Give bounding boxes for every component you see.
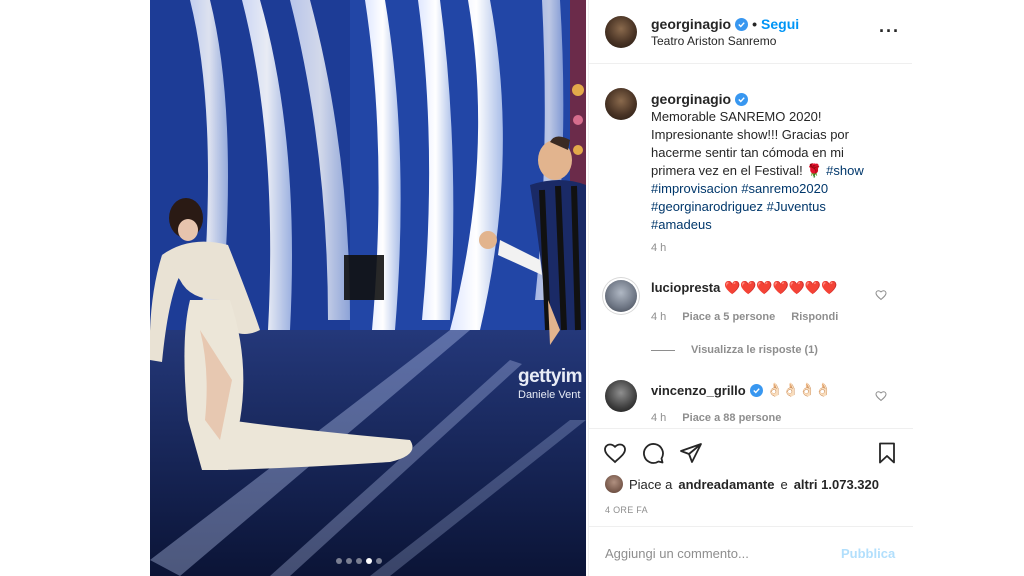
carousel-dot-active[interactable] xyxy=(366,558,372,564)
likes-middle: e xyxy=(780,476,788,492)
action-bar xyxy=(589,428,913,468)
comment-text: ❤️❤️❤️❤️❤️❤️❤️ xyxy=(723,280,838,295)
carousel-dot[interactable] xyxy=(336,558,342,564)
reply-button[interactable]: Rispondi xyxy=(791,311,838,323)
comment-icon[interactable] xyxy=(641,441,665,470)
verified-badge-icon xyxy=(749,383,763,397)
comment-input[interactable]: Aggiungi un commento... xyxy=(605,546,749,561)
more-options-icon[interactable]: ··· xyxy=(879,22,900,40)
publish-button[interactable]: Pubblica xyxy=(841,546,895,561)
carousel-dot[interactable] xyxy=(376,558,382,564)
comment-username[interactable]: vincenzo_grillo xyxy=(651,383,746,398)
caption-line-with-tag: primera vez en el Festival! 🌹 #show xyxy=(651,162,896,180)
comment-likes-link[interactable]: Piace a 88 persone xyxy=(682,412,781,424)
verified-badge-icon xyxy=(735,17,749,31)
comment-like-icon[interactable] xyxy=(875,288,887,306)
carousel-dot[interactable] xyxy=(356,558,362,564)
header-user-row: georginagio • Segui xyxy=(651,16,799,32)
watermark-brand: gettyim xyxy=(518,366,583,387)
caption-user-row: georginagio xyxy=(651,90,896,108)
hashtag-line[interactable]: #amadeus xyxy=(651,216,896,234)
carousel-dot[interactable] xyxy=(346,558,352,564)
carousel-dots xyxy=(336,558,382,564)
caption-text: primera vez en el Festival! 🌹 xyxy=(651,163,827,178)
comment-like-icon[interactable] xyxy=(875,389,887,407)
post-timestamp[interactable]: 4 ORE FA xyxy=(605,505,648,515)
comment-meta: 4 h Piace a 5 persone Rispondi xyxy=(651,311,838,323)
follow-button[interactable]: Segui xyxy=(761,16,799,32)
comment-meta: 4 h Piace a 88 persone xyxy=(651,412,781,424)
likes-prefix: Piace a xyxy=(629,476,673,492)
hashtag-line[interactable]: #georginarodriguez #Juventus xyxy=(651,198,896,216)
caption-avatar[interactable] xyxy=(605,88,637,120)
avatar[interactable] xyxy=(605,16,637,48)
comment-item: vincenzo_grillo 👌🏻👌🏻👌🏻👌🏻 xyxy=(651,382,891,398)
comment-likes-link[interactable]: Piace a 5 persone xyxy=(682,311,775,323)
likes-count-link[interactable]: altri 1.073.320 xyxy=(794,477,879,492)
comment-item: luciopresta ❤️❤️❤️❤️❤️❤️❤️ xyxy=(651,280,891,296)
post-photo[interactable]: gettyim Daniele Vent xyxy=(150,0,586,576)
caption-line: hacerme sentir tan cómoda en mi xyxy=(651,145,844,160)
location-link[interactable]: Teatro Ariston Sanremo xyxy=(651,34,776,48)
post-header: georginagio • Segui Teatro Ariston Sanre… xyxy=(589,0,912,64)
liker-avatar xyxy=(605,475,623,493)
caption-line: Impresionante show!!! Gracias por xyxy=(651,127,849,142)
replies-divider xyxy=(651,349,675,351)
instagram-post: gettyim Daniele Vent georginagio • Segui… xyxy=(150,0,913,576)
comment-time: 4 h xyxy=(651,412,667,424)
separator-dot: • xyxy=(752,16,758,32)
liker-username[interactable]: andreadamante xyxy=(678,477,774,492)
heart-icon[interactable] xyxy=(603,441,627,470)
watermark-credit: Daniele Vent xyxy=(518,389,581,401)
getty-watermark: gettyim Daniele Vent xyxy=(518,366,583,401)
verified-badge-icon xyxy=(735,92,749,106)
header-username[interactable]: georginagio xyxy=(651,16,731,32)
caption-line: Memorable SANREMO 2020! xyxy=(651,109,822,124)
caption-username[interactable]: georginagio xyxy=(651,90,731,108)
paper-plane-icon[interactable] xyxy=(679,441,703,470)
add-comment-bar: Aggiungi un commento... Pubblica xyxy=(589,526,913,576)
comment-time: 4 h xyxy=(651,311,667,323)
post-sidebar: georginagio • Segui Teatro Ariston Sanre… xyxy=(588,0,913,576)
view-replies-label: Visualizza le risposte (1) xyxy=(691,344,818,356)
stage-scene xyxy=(150,0,586,576)
bookmark-icon[interactable] xyxy=(875,441,899,470)
comment-username[interactable]: luciopresta xyxy=(651,280,720,295)
hashtag-line[interactable]: #improvisacion #sanremo2020 xyxy=(651,180,896,198)
caption: georginagio Memorable SANREMO 2020! Impr… xyxy=(651,90,896,234)
comment-avatar[interactable] xyxy=(605,380,637,412)
comment-text: 👌🏻👌🏻👌🏻👌🏻 xyxy=(766,382,832,397)
hashtag-link[interactable]: #show xyxy=(826,163,864,178)
likes-summary: Piace a andreadamante e altri 1.073.320 xyxy=(605,475,879,493)
caption-time: 4 h xyxy=(651,242,667,254)
view-replies-button[interactable]: Visualizza le risposte (1) xyxy=(651,344,818,356)
comment-avatar[interactable] xyxy=(605,280,637,312)
